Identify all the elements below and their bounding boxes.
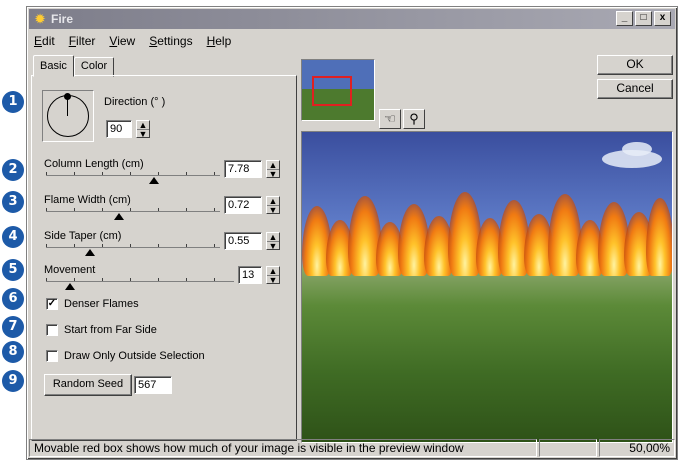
menu-help[interactable]: Help <box>206 34 233 52</box>
callout-badge-2: 2 <box>2 159 24 181</box>
spin-up-icon[interactable]: ▲ <box>267 161 279 170</box>
callout-badge-6: 6 <box>2 288 24 310</box>
window-title: Fire <box>51 12 74 26</box>
direction-field[interactable]: 90 <box>106 120 132 138</box>
menu-filter[interactable]: Filter <box>68 34 97 52</box>
flame-width-label: Flame Width (cm) <box>44 194 131 206</box>
callout-badge-8: 8 <box>2 341 24 363</box>
outside-selection-label: Draw Only Outside Selection <box>64 350 205 362</box>
dial-circle <box>47 95 89 137</box>
direction-spinner[interactable]: ▲ ▼ <box>136 120 150 139</box>
callout-badge-7: 7 <box>2 316 24 338</box>
movement-label: Movement <box>44 264 96 276</box>
spin-down-icon[interactable]: ▼ <box>267 275 279 285</box>
spin-down-icon[interactable]: ▼ <box>137 129 149 139</box>
navigator-view-box[interactable] <box>312 76 352 106</box>
movement-thumb[interactable] <box>65 283 76 290</box>
flame-width-field[interactable]: 0.72 <box>224 196 262 214</box>
ok-button[interactable]: OK <box>597 55 673 75</box>
side-taper-thumb[interactable] <box>84 249 95 256</box>
navigator-thumbnail[interactable] <box>301 59 375 121</box>
dial-handle[interactable] <box>64 93 71 100</box>
fire-dialog-window: ✹ Fire _ □ x Edit Filter View Settings H… <box>26 6 678 460</box>
movement-spinner[interactable]: ▲ ▼ <box>266 266 280 285</box>
preview-fire <box>302 192 672 276</box>
tab-basic[interactable]: Basic <box>33 55 74 77</box>
direction-label: Direction (° ) <box>104 96 166 108</box>
preview-window[interactable] <box>301 131 673 443</box>
spin-up-icon[interactable]: ▲ <box>137 121 149 130</box>
outside-selection-checkbox[interactable] <box>46 350 58 362</box>
denser-flames-checkbox[interactable]: ✓ <box>46 298 58 310</box>
status-bar: Movable red box shows how much of your i… <box>29 439 675 457</box>
column-length-label: Column Length (cm) <box>44 158 144 170</box>
movement-slider[interactable] <box>46 278 234 282</box>
column-length-thumb[interactable] <box>148 177 159 184</box>
tab-color[interactable]: Color <box>73 57 115 77</box>
start-far-side-label: Start from Far Side <box>64 324 157 336</box>
basic-settings-panel: Direction (° ) 90 ▲ ▼ Column Length (cm) … <box>31 75 297 441</box>
status-message: Movable red box shows how much of your i… <box>29 439 538 457</box>
column-length-spinner[interactable]: ▲ ▼ <box>266 160 280 179</box>
side-taper-spinner[interactable]: ▲ ▼ <box>266 232 280 251</box>
menu-view[interactable]: View <box>108 34 136 52</box>
maximize-button[interactable]: □ <box>635 11 652 26</box>
spin-down-icon[interactable]: ▼ <box>267 241 279 251</box>
start-far-side-checkbox[interactable] <box>46 324 58 336</box>
random-seed-button[interactable]: Random Seed <box>44 374 132 396</box>
hand-tool-icon[interactable]: ☜ <box>379 109 401 129</box>
cancel-button[interactable]: Cancel <box>597 79 673 99</box>
close-button[interactable]: x <box>654 11 671 26</box>
flame-width-slider[interactable] <box>46 208 220 212</box>
menu-edit[interactable]: Edit <box>33 34 56 52</box>
callout-badge-1: 1 <box>2 91 24 113</box>
spin-up-icon[interactable]: ▲ <box>267 267 279 276</box>
flame-width-spinner[interactable]: ▲ ▼ <box>266 196 280 215</box>
denser-flames-label: Denser Flames <box>64 298 139 310</box>
zoom-level: 50,00% <box>599 439 675 457</box>
callout-badge-3: 3 <box>2 191 24 213</box>
preview-cloud <box>622 142 652 156</box>
status-blank <box>539 439 598 457</box>
callout-badge-9: 9 <box>2 370 24 392</box>
random-seed-field[interactable]: 567 <box>134 376 172 394</box>
menu-bar: Edit Filter View Settings Help <box>33 34 232 52</box>
title-bar[interactable]: ✹ Fire _ □ x <box>29 9 675 29</box>
column-length-slider[interactable] <box>46 172 220 176</box>
callout-badge-5: 5 <box>2 259 24 281</box>
tab-strip: Basic Color <box>33 55 115 77</box>
flame-width-thumb[interactable] <box>114 213 125 220</box>
direction-dial[interactable] <box>42 90 94 142</box>
column-length-field[interactable]: 7.78 <box>224 160 262 178</box>
menu-settings[interactable]: Settings <box>148 34 193 52</box>
spin-down-icon[interactable]: ▼ <box>267 205 279 215</box>
spin-up-icon[interactable]: ▲ <box>267 197 279 206</box>
side-taper-slider[interactable] <box>46 244 220 248</box>
spin-down-icon[interactable]: ▼ <box>267 169 279 179</box>
side-taper-label: Side Taper (cm) <box>44 230 122 242</box>
spin-up-icon[interactable]: ▲ <box>267 233 279 242</box>
side-taper-field[interactable]: 0.55 <box>224 232 262 250</box>
zoom-tool-icon[interactable]: ⚲ <box>403 109 425 129</box>
movement-field[interactable]: 13 <box>238 266 262 284</box>
fire-app-icon: ✹ <box>34 12 46 26</box>
minimize-button[interactable]: _ <box>616 11 633 26</box>
callout-badge-4: 4 <box>2 226 24 248</box>
